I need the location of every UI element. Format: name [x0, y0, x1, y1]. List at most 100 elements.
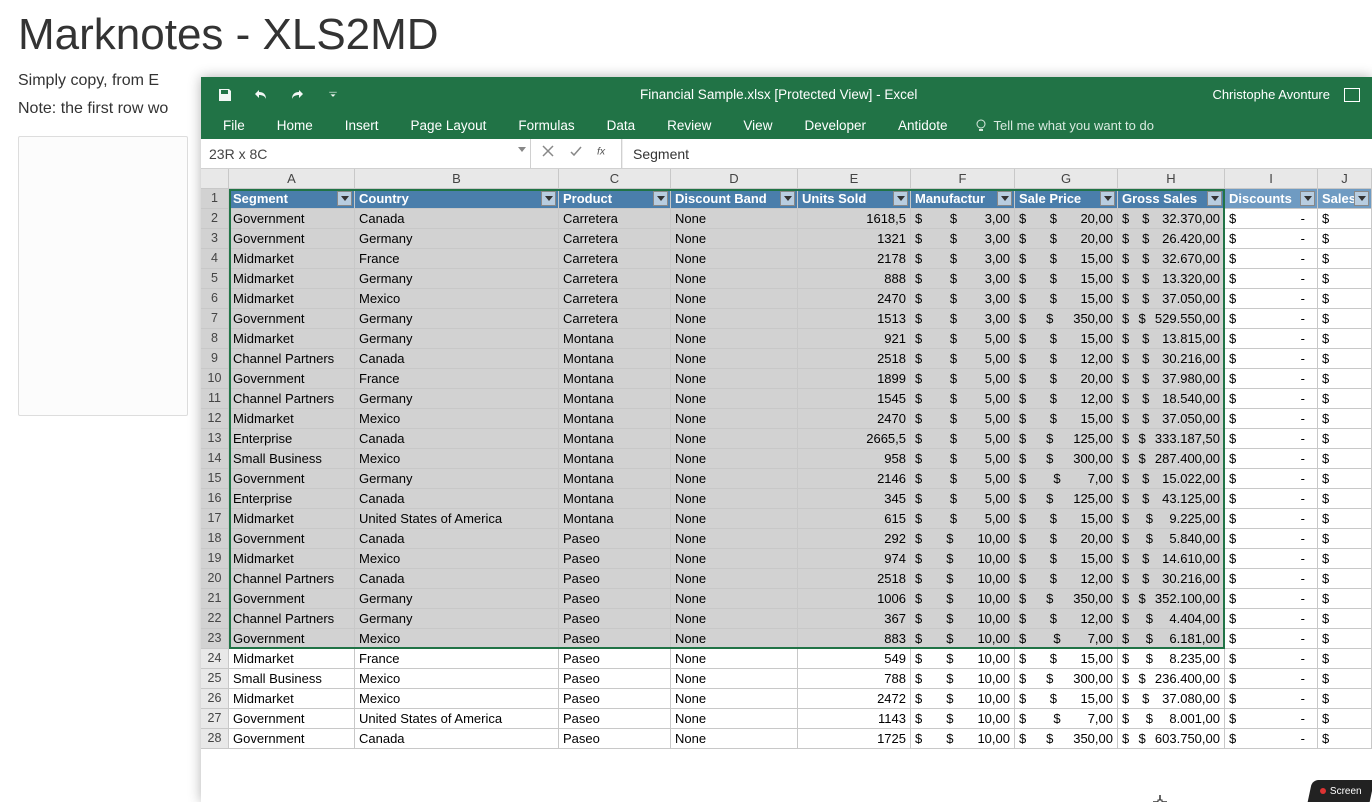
col-header-D[interactable]: D	[671, 169, 798, 189]
cell[interactable]: 2470	[798, 289, 911, 309]
filter-dropdown-icon[interactable]	[1354, 191, 1369, 206]
cell[interactable]: Montana	[559, 409, 671, 429]
row-header-25[interactable]: 25	[201, 669, 229, 689]
cell[interactable]: Carretera	[559, 209, 671, 229]
cell[interactable]: Carretera	[559, 229, 671, 249]
cell[interactable]: Midmarket	[229, 289, 355, 309]
filter-dropdown-icon[interactable]	[780, 191, 795, 206]
cell[interactable]: $20,00	[1015, 209, 1118, 229]
cell[interactable]: $350,00	[1015, 729, 1118, 749]
cell[interactable]: Government	[229, 529, 355, 549]
cell[interactable]: $3,00	[911, 209, 1015, 229]
col-header-E[interactable]: E	[798, 169, 911, 189]
cell[interactable]: $15,00	[1015, 269, 1118, 289]
cell[interactable]: $5,00	[911, 509, 1015, 529]
cell[interactable]: $5,00	[911, 329, 1015, 349]
col-header-G[interactable]: G	[1015, 169, 1118, 189]
cell[interactable]: None	[671, 309, 798, 329]
cell[interactable]: $12,00	[1015, 389, 1118, 409]
cell[interactable]: Paseo	[559, 529, 671, 549]
row-header-8[interactable]: 8	[201, 329, 229, 349]
row-header-15[interactable]: 15	[201, 469, 229, 489]
row-header-20[interactable]: 20	[201, 569, 229, 589]
cell[interactable]: None	[671, 589, 798, 609]
cell[interactable]: None	[671, 269, 798, 289]
cell[interactable]: $-	[1225, 629, 1318, 649]
row-header-7[interactable]: 7	[201, 309, 229, 329]
row-header-6[interactable]: 6	[201, 289, 229, 309]
ribbon-tab-view[interactable]: View	[727, 114, 788, 137]
cell[interactable]: None	[671, 629, 798, 649]
cell[interactable]: $15,00	[1015, 649, 1118, 669]
cell[interactable]: Canada	[355, 729, 559, 749]
cell[interactable]: Montana	[559, 509, 671, 529]
cell[interactable]: Mexico	[355, 629, 559, 649]
cell[interactable]: 345	[798, 489, 911, 509]
table-header[interactable]: Product	[559, 189, 671, 209]
cell[interactable]: $	[1318, 329, 1372, 349]
formula-input[interactable]: Segment	[622, 139, 1372, 168]
cell[interactable]: $	[1318, 429, 1372, 449]
cell[interactable]: $5,00	[911, 389, 1015, 409]
cell[interactable]: 1006	[798, 589, 911, 609]
spreadsheet-grid[interactable]: ABCDEFGHIJ 12345678910111213141516171819…	[201, 169, 1372, 802]
cell[interactable]: None	[671, 229, 798, 249]
cell[interactable]: Midmarket	[229, 549, 355, 569]
cell[interactable]: $9.225,00	[1118, 509, 1225, 529]
cell[interactable]: None	[671, 469, 798, 489]
cell[interactable]: $333.187,50	[1118, 429, 1225, 449]
cell[interactable]: Montana	[559, 349, 671, 369]
cell[interactable]: $13.320,00	[1118, 269, 1225, 289]
cell[interactable]: $300,00	[1015, 449, 1118, 469]
cell[interactable]: Government	[229, 309, 355, 329]
cell[interactable]: Germany	[355, 469, 559, 489]
cell[interactable]: $	[1318, 529, 1372, 549]
cell[interactable]: Paseo	[559, 649, 671, 669]
cell[interactable]: $	[1318, 269, 1372, 289]
cell[interactable]: None	[671, 529, 798, 549]
cell[interactable]: $20,00	[1015, 229, 1118, 249]
cell[interactable]: Paseo	[559, 729, 671, 749]
cell[interactable]: Paseo	[559, 709, 671, 729]
cell[interactable]: $10,00	[911, 689, 1015, 709]
cell[interactable]: $10,00	[911, 669, 1015, 689]
cell[interactable]: $	[1318, 229, 1372, 249]
cell[interactable]: $6.181,00	[1118, 629, 1225, 649]
cell[interactable]: Paseo	[559, 549, 671, 569]
cell[interactable]: $-	[1225, 309, 1318, 329]
cell[interactable]: None	[671, 669, 798, 689]
table-header[interactable]: Units Sold	[798, 189, 911, 209]
row-header-4[interactable]: 4	[201, 249, 229, 269]
cell[interactable]: $-	[1225, 409, 1318, 429]
table-header[interactable]: Sales	[1318, 189, 1372, 209]
cell[interactable]: Small Business	[229, 669, 355, 689]
col-header-F[interactable]: F	[911, 169, 1015, 189]
cell[interactable]: $	[1318, 409, 1372, 429]
cell[interactable]: 2665,5	[798, 429, 911, 449]
ribbon-tab-page-layout[interactable]: Page Layout	[395, 114, 503, 137]
cell[interactable]: $3,00	[911, 269, 1015, 289]
cell[interactable]: $7,00	[1015, 709, 1118, 729]
cell[interactable]: France	[355, 249, 559, 269]
cell[interactable]: None	[671, 249, 798, 269]
cell[interactable]: Carretera	[559, 249, 671, 269]
row-header-21[interactable]: 21	[201, 589, 229, 609]
cell[interactable]: $37.050,00	[1118, 409, 1225, 429]
cell[interactable]: Germany	[355, 589, 559, 609]
filter-dropdown-icon[interactable]	[997, 191, 1012, 206]
cell[interactable]: $10,00	[911, 729, 1015, 749]
cell[interactable]: $5,00	[911, 489, 1015, 509]
cell[interactable]: None	[671, 369, 798, 389]
col-header-B[interactable]: B	[355, 169, 559, 189]
cell[interactable]: Mexico	[355, 549, 559, 569]
cell[interactable]: $125,00	[1015, 429, 1118, 449]
cell[interactable]: Paseo	[559, 629, 671, 649]
filter-dropdown-icon[interactable]	[653, 191, 668, 206]
filter-dropdown-icon[interactable]	[893, 191, 908, 206]
cell[interactable]: 1618,5	[798, 209, 911, 229]
cell[interactable]: Germany	[355, 269, 559, 289]
cell[interactable]: Channel Partners	[229, 609, 355, 629]
cell[interactable]: Canada	[355, 529, 559, 549]
cell[interactable]: France	[355, 369, 559, 389]
cell[interactable]: None	[671, 729, 798, 749]
